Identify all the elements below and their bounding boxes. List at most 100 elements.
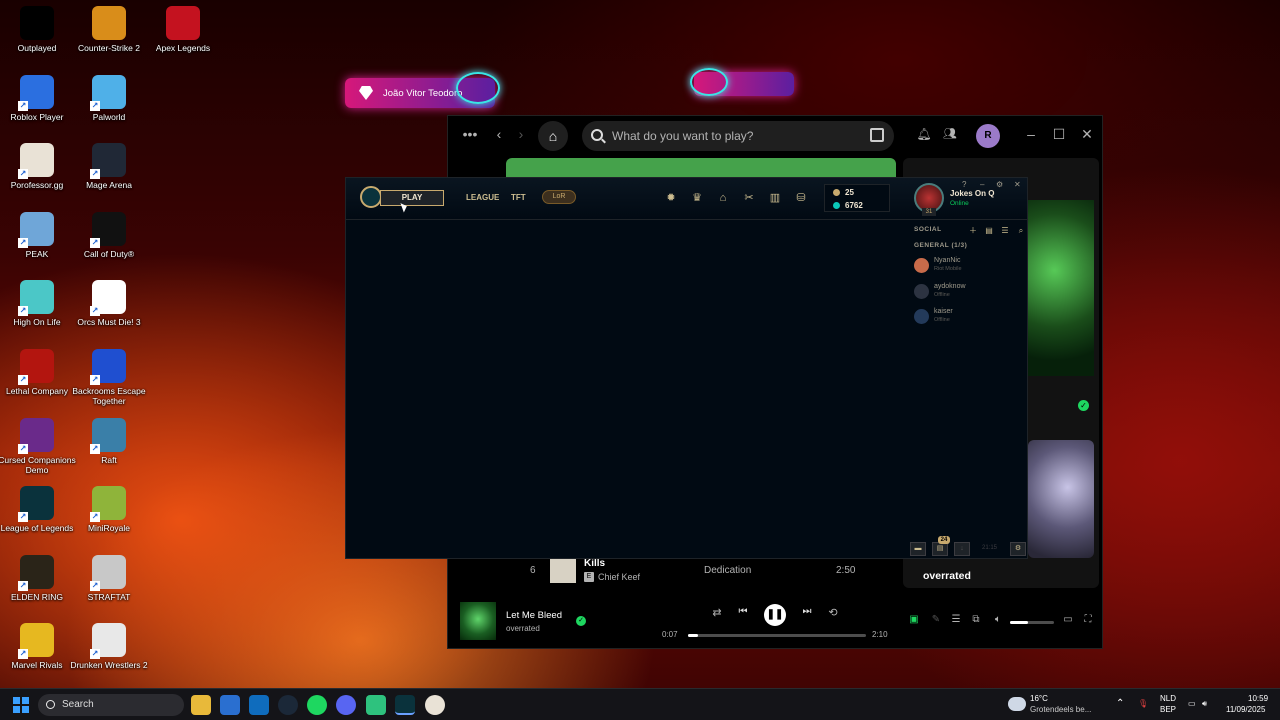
network-icon[interactable]: ▭ [1188,699,1196,709]
saved-check-icon[interactable]: ✓ [1078,400,1089,411]
currency-display[interactable]: 25 6762 [824,184,890,212]
desktop-icon[interactable]: ↗ STRAFTAT [69,551,149,617]
league-taskbar-icon[interactable] [395,695,415,715]
desktop-icon[interactable]: Outplayed [0,2,77,68]
now-playing-view-icon[interactable]: ▣ [908,614,920,625]
weather-temp[interactable]: 16°C [1030,694,1048,704]
language-sub[interactable]: BEP [1160,705,1176,715]
clock-date[interactable]: 11/09/2025 [1226,705,1265,715]
help-icon[interactable]: ? [962,180,966,189]
weather-icon[interactable] [1008,697,1026,711]
list-icon[interactable]: ☰ [998,224,1012,238]
home-icon[interactable]: ✹ [664,191,678,205]
desktop-icon[interactable]: ↗ Drunken Wrestlers 2 [69,619,149,685]
desktop-icon[interactable]: ↗ PEAK [0,208,77,274]
list-item[interactable]: aydoknow Offline [914,282,1024,302]
notifications-icon[interactable]: ▤ [932,542,948,556]
collection-icon[interactable]: ⌂ [716,191,730,205]
maximize-icon[interactable]: ☐ [1052,126,1066,143]
back-arrow-icon[interactable]: ‹ [492,126,506,142]
group-general[interactable]: GENERAL (1/3) [914,242,967,249]
steam-icon[interactable] [278,695,298,715]
previous-icon[interactable]: ⏮︎ [736,606,750,617]
bell-icon[interactable]: 🔔︎ [916,127,932,141]
friends-icon[interactable]: 👥︎ [942,127,958,140]
add-folder-icon[interactable]: ▤ [982,224,996,238]
desktop-icon[interactable]: ↗ Cursed Companions Demo [0,414,77,480]
search-icon[interactable]: ⌕ [1014,224,1028,238]
play-button[interactable]: PLAY [380,190,444,206]
now-playing-title[interactable]: Let Me Bleed [506,610,562,621]
search-input[interactable]: What do you want to play? [582,121,894,151]
desktop-icon[interactable]: ↗ Porofessor.gg [0,139,77,205]
desktop-icon[interactable]: Apex Legends [143,2,223,68]
desktop-icon[interactable]: ↗ Backrooms Escape Together [69,345,149,411]
status-badge[interactable]: Online [950,200,969,207]
profile-icon[interactable]: ♛ [690,191,704,205]
discord-icon[interactable] [336,695,356,715]
repeat-icon[interactable]: ⟲ [826,606,840,619]
minimize-icon[interactable]: – [980,180,984,189]
outlook-icon[interactable] [249,695,269,715]
track-title[interactable]: Kills [584,558,605,569]
list-item[interactable]: NyanNic Riot Mobile [914,256,1024,276]
desktop-icon[interactable]: ↗ League of Legends [0,482,77,548]
desktop-icon[interactable]: ↗ Call of Duty® [69,208,149,274]
desktop-icon[interactable]: ↗ ELDEN RING [0,551,77,617]
close-icon[interactable]: ✕ [1014,180,1021,189]
file-explorer-icon[interactable] [191,695,211,715]
progress-slider[interactable] [688,634,866,637]
track-album[interactable]: Dedication [704,565,751,576]
speaker-icon[interactable]: 🔊︎ [1202,699,1207,709]
chevron-up-icon[interactable]: ⌃ [1116,699,1124,709]
track-artist[interactable]: Chief Keef [598,572,640,582]
desktop-icon[interactable]: ↗ Lethal Company [0,345,77,411]
close-icon[interactable]: ✕ [1080,126,1094,143]
lyrics-icon[interactable]: ✎ [930,614,942,625]
saved-check-icon[interactable]: ✓ [576,616,586,626]
nav-lor[interactable]: LoR [542,190,576,204]
home-button[interactable]: ⌂ [538,121,568,151]
now-playing-artist[interactable]: overrated [506,624,540,633]
settings-icon[interactable]: ⚙ [996,180,1003,189]
desktop-icon[interactable]: ↗ High On Life [0,276,77,342]
loot-icon[interactable]: ✂ [742,191,756,205]
overwolf-icon[interactable] [366,695,386,715]
windows-start-icon[interactable] [13,697,29,713]
tasks-icon[interactable]: ▥ [768,191,782,205]
desktop-icon[interactable]: ↗ Raft [69,414,149,480]
nav-tft[interactable]: TFT [511,193,526,202]
desktop-icon[interactable]: ↗ Roblox Player [0,71,77,137]
spotify-icon[interactable] [307,695,327,715]
download-icon[interactable]: ↓ [954,542,970,556]
minimize-icon[interactable]: – [1024,126,1038,142]
desktop-icon[interactable]: ↗ Orcs Must Die! 3 [69,276,149,342]
desktop-icon[interactable]: Counter-Strike 2 [69,2,149,68]
porofessor-taskbar-icon[interactable] [425,695,445,715]
fullscreen-icon[interactable]: ⛶ [1082,614,1094,625]
browse-icon[interactable] [870,128,884,142]
table-row[interactable]: 6 Kills E Chief Keef Dedication 2:50 [506,556,896,586]
next-icon[interactable]: ⏭︎ [800,606,814,617]
desktop-icon[interactable]: ↗ Marvel Rivals [0,619,77,685]
summoner-name[interactable]: Jokes On Q [950,189,994,198]
now-playing-cover[interactable] [460,602,496,640]
more-icon[interactable]: ••• [460,126,480,142]
weather-desc[interactable]: Grotendeels be... [1030,705,1091,715]
microphone-icon[interactable]: 🎙︎ [1138,699,1148,709]
desktop-icon[interactable]: ↗ Mage Arena [69,139,149,205]
clock-time[interactable]: 10:59 [1248,694,1268,704]
store-icon[interactable]: ⛁ [794,191,808,205]
pause-button[interactable]: ❚❚ [764,604,786,626]
desktop-icon[interactable]: ↗ Palworld [69,71,149,137]
forward-arrow-icon[interactable]: › [514,126,528,142]
add-friend-icon[interactable]: ＋ [966,224,980,238]
settings-icon[interactable]: ⚙ [1010,542,1026,556]
shuffle-icon[interactable]: ⇄ [710,606,724,619]
volume-icon[interactable]: 🔈︎ [992,614,1004,625]
nav-league[interactable]: LEAGUE [466,193,499,202]
taskbar-search[interactable]: Search [38,694,184,716]
desktop-icon[interactable]: ↗ MiniRoyale [69,482,149,548]
microsoft-store-icon[interactable] [220,695,240,715]
queue-icon[interactable]: ☰ [950,614,962,625]
